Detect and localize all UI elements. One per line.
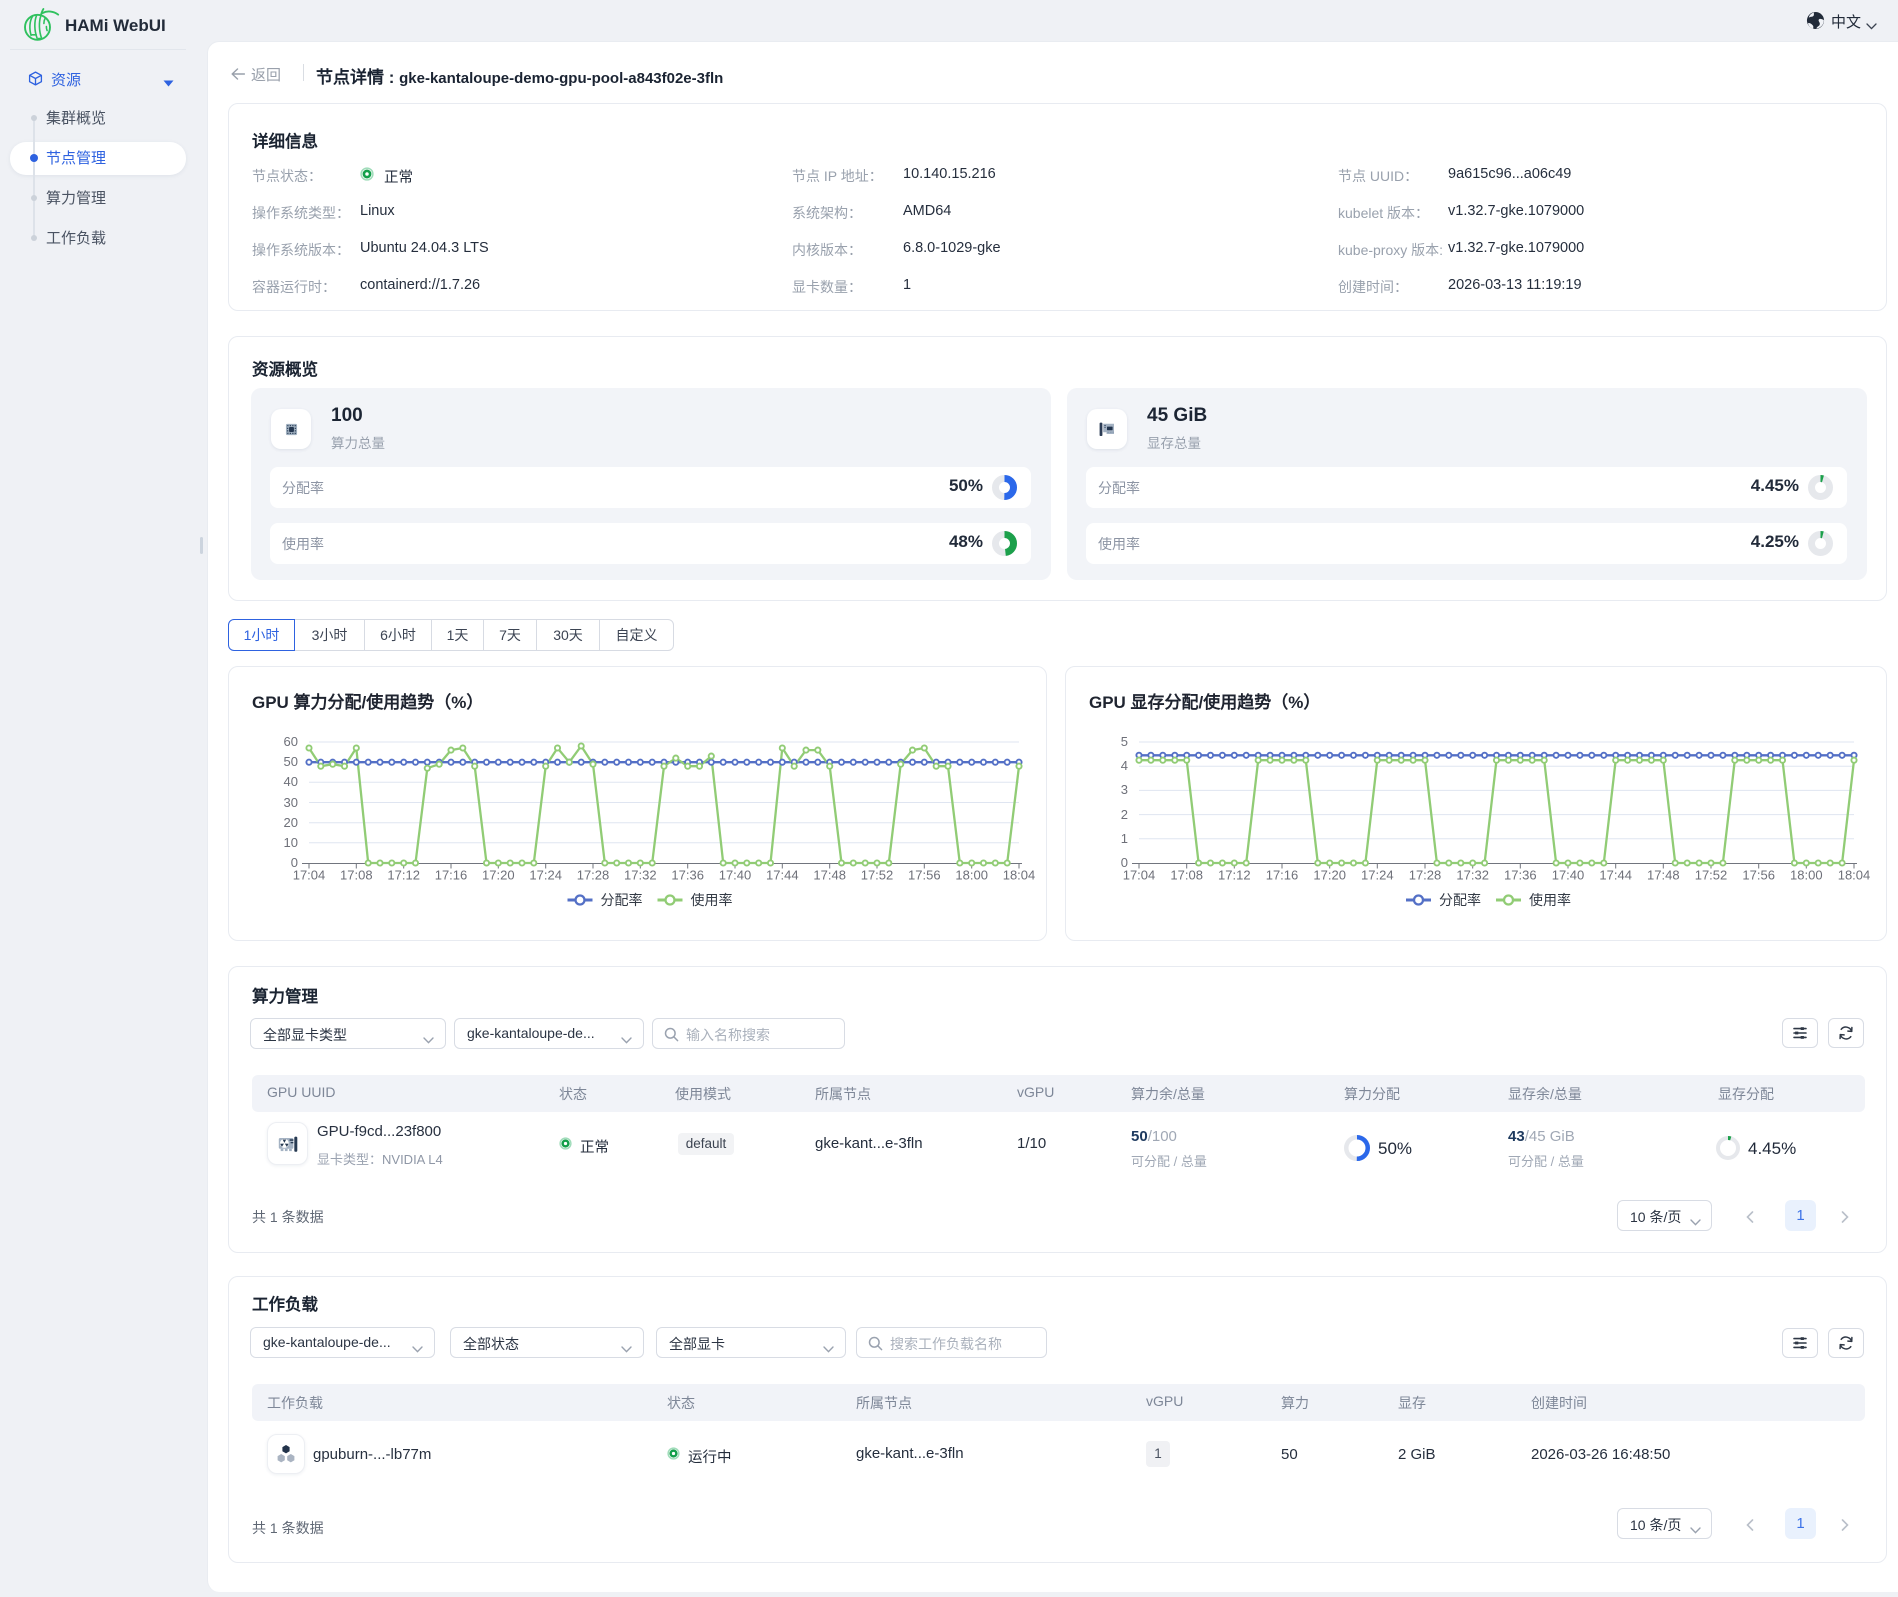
svg-text:17:24: 17:24 — [529, 868, 562, 883]
svg-text:17:20: 17:20 — [482, 868, 515, 883]
svg-text:20: 20 — [284, 815, 298, 830]
svg-text:17:56: 17:56 — [1742, 868, 1775, 883]
svg-text:3: 3 — [1121, 782, 1128, 797]
svg-text:17:52: 17:52 — [1695, 868, 1728, 883]
svg-text:使用率: 使用率 — [691, 892, 733, 908]
svg-text:18:00: 18:00 — [955, 868, 988, 883]
svg-text:使用率: 使用率 — [1529, 892, 1571, 908]
svg-text:60: 60 — [284, 734, 298, 749]
svg-text:17:36: 17:36 — [1504, 868, 1537, 883]
svg-text:2: 2 — [1121, 807, 1128, 822]
svg-text:18:00: 18:00 — [1790, 868, 1823, 883]
svg-text:5: 5 — [1121, 734, 1128, 749]
svg-text:17:32: 17:32 — [1456, 868, 1489, 883]
svg-text:17:40: 17:40 — [1552, 868, 1585, 883]
svg-text:17:36: 17:36 — [671, 868, 704, 883]
svg-text:17:32: 17:32 — [624, 868, 657, 883]
svg-text:17:28: 17:28 — [1409, 868, 1442, 883]
svg-text:17:16: 17:16 — [435, 868, 468, 883]
svg-text:40: 40 — [284, 774, 298, 789]
svg-text:17:20: 17:20 — [1313, 868, 1346, 883]
svg-text:17:08: 17:08 — [340, 868, 373, 883]
svg-text:18:04: 18:04 — [1003, 868, 1036, 883]
svg-text:17:40: 17:40 — [719, 868, 752, 883]
svg-text:17:16: 17:16 — [1266, 868, 1299, 883]
svg-text:50: 50 — [284, 754, 298, 769]
svg-text:10: 10 — [284, 835, 298, 850]
svg-text:1: 1 — [1121, 831, 1128, 846]
svg-text:17:56: 17:56 — [908, 868, 941, 883]
svg-text:17:44: 17:44 — [1599, 868, 1632, 883]
svg-text:17:28: 17:28 — [577, 868, 610, 883]
svg-text:4: 4 — [1121, 758, 1128, 773]
svg-text:17:12: 17:12 — [387, 868, 420, 883]
svg-text:17:52: 17:52 — [861, 868, 894, 883]
svg-text:17:24: 17:24 — [1361, 868, 1394, 883]
svg-text:17:12: 17:12 — [1218, 868, 1251, 883]
svg-text:18:04: 18:04 — [1838, 868, 1871, 883]
svg-text:30: 30 — [284, 795, 298, 810]
svg-text:17:48: 17:48 — [813, 868, 846, 883]
svg-text:17:48: 17:48 — [1647, 868, 1680, 883]
svg-text:0: 0 — [291, 855, 298, 870]
svg-text:17:44: 17:44 — [766, 868, 799, 883]
svg-text:0: 0 — [1121, 855, 1128, 870]
svg-text:分配率: 分配率 — [1439, 892, 1481, 908]
svg-text:17:08: 17:08 — [1170, 868, 1203, 883]
svg-text:分配率: 分配率 — [601, 892, 643, 908]
